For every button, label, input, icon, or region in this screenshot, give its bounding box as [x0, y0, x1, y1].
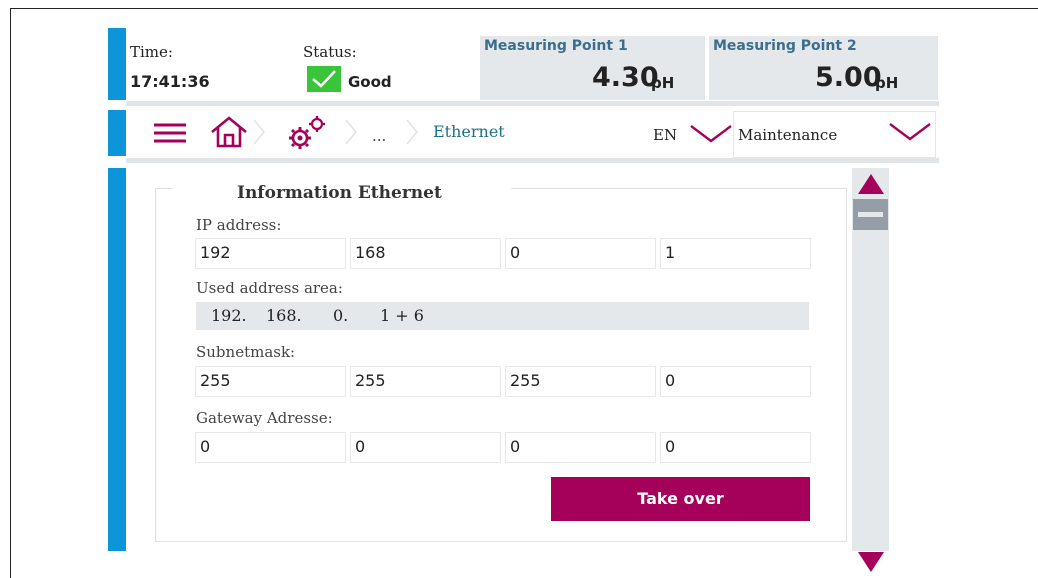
subnet-octet-1-input[interactable]: 255 — [195, 366, 346, 397]
breadcrumb-chevron-icon — [252, 117, 266, 152]
measuring-point-title: Measuring Point 1 — [484, 38, 628, 54]
subnet-octet-2-input[interactable]: 255 — [350, 366, 501, 397]
subnetmask-label: Subnetmask: — [196, 343, 296, 361]
breadcrumb-more[interactable]: ... — [372, 127, 386, 145]
subnet-octet-4-input[interactable]: 0 — [660, 366, 811, 397]
ip-octet-1-input[interactable]: 192 — [195, 238, 346, 269]
measuring-point-title: Measuring Point 2 — [713, 38, 857, 54]
gateway-octet-3-input[interactable]: 0 — [505, 432, 656, 463]
take-over-button[interactable]: Take over — [551, 477, 810, 521]
measuring-point-unit: pH — [651, 74, 675, 92]
scrollbar-thumb-grip — [858, 212, 883, 217]
header-divider — [126, 101, 939, 106]
language-select[interactable]: EN — [653, 126, 677, 144]
role-select-value: Maintenance — [738, 126, 838, 144]
scroll-up-arrow-icon[interactable] — [857, 173, 885, 200]
header-accent-bar — [108, 28, 126, 100]
status-ok-icon — [307, 66, 341, 92]
breadcrumb-chevron-icon — [344, 117, 358, 152]
role-chevron-down-icon[interactable] — [887, 120, 933, 149]
measuring-point-1[interactable]: Measuring Point 1 4.30 pH — [480, 36, 705, 100]
measuring-point-value: 5.00 — [815, 62, 882, 93]
status-label: Status: — [303, 43, 357, 61]
nav-divider — [126, 158, 939, 163]
scroll-down-arrow-icon[interactable] — [857, 551, 885, 578]
ip-octet-2-input[interactable]: 168 — [350, 238, 501, 269]
time-value: 17:41:36 — [130, 72, 210, 91]
gears-icon[interactable] — [284, 113, 330, 158]
hamburger-menu-icon[interactable] — [152, 118, 188, 153]
used-area-octet: 192. — [211, 306, 247, 325]
measuring-point-2[interactable]: Measuring Point 2 5.00 pH — [709, 36, 938, 100]
gateway-octet-1-input[interactable]: 0 — [195, 432, 346, 463]
status-value: Good — [348, 73, 392, 91]
ip-octet-3-input[interactable]: 0 — [505, 238, 656, 269]
measuring-point-value: 4.30 — [592, 62, 659, 93]
breadcrumb-current: Ethernet — [433, 122, 505, 141]
time-label: Time: — [130, 43, 173, 61]
panel-title: Information Ethernet — [237, 183, 442, 203]
gateway-octet-4-input[interactable]: 0 — [660, 432, 811, 463]
used-address-area-label: Used address area: — [196, 279, 343, 297]
ip-address-label: IP address: — [196, 216, 282, 234]
gateway-address-label: Gateway Adresse: — [196, 409, 333, 427]
content-accent-bar — [108, 168, 126, 551]
used-area-octet: 0. — [333, 306, 349, 325]
gateway-octet-2-input[interactable]: 0 — [350, 432, 501, 463]
subnet-octet-3-input[interactable]: 255 — [505, 366, 656, 397]
nav-accent-bar — [108, 110, 126, 156]
used-area-octet: 1 + 6 — [380, 306, 424, 325]
measuring-point-unit: pH — [875, 74, 899, 92]
used-area-octet: 168. — [266, 306, 302, 325]
home-icon[interactable] — [209, 113, 249, 156]
breadcrumb-chevron-icon — [405, 117, 419, 152]
language-chevron-down-icon[interactable] — [688, 122, 734, 151]
ip-octet-4-input[interactable]: 1 — [660, 238, 811, 269]
